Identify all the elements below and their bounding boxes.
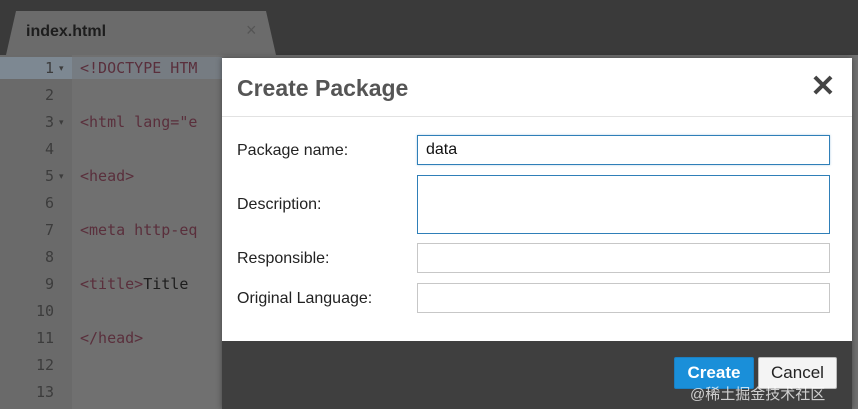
create-package-dialog: Create Package ✕ Package name: Descripti… [222, 58, 852, 409]
original-language-input[interactable] [417, 283, 830, 313]
line-number: 5 [0, 165, 54, 187]
line-number: 13 [0, 381, 54, 403]
description-field[interactable] [417, 175, 830, 234]
tab-title: index.html [26, 23, 107, 40]
line-number: 2 [0, 84, 54, 106]
line-number-text: 4 [44, 140, 54, 158]
code-line: </head> [80, 327, 143, 349]
code-line: <meta http-eq [80, 219, 197, 241]
code-tag: <title> [80, 275, 144, 293]
tab-close-icon[interactable]: × [246, 21, 257, 39]
responsible-label: Responsible: [237, 250, 330, 267]
responsible-input[interactable] [417, 243, 830, 273]
line-number-text: 9 [44, 275, 54, 293]
package-name-label: Package name: [237, 142, 349, 159]
line-number: 3 [0, 111, 54, 133]
line-number-text: 6 [44, 194, 54, 212]
line-number-text: 5 [44, 167, 54, 185]
editor-tab-bar: index.html × [0, 0, 858, 55]
line-number-text: 13 [35, 383, 54, 401]
code-line: <html lang="e [80, 111, 197, 133]
line-number: 8 [0, 246, 54, 268]
line-number-text: 7 [44, 221, 54, 239]
line-number-text: 11 [35, 329, 54, 347]
code-tag: <meta http-eq [80, 221, 198, 239]
fold-arrow-icon[interactable]: ▾ [59, 117, 69, 127]
line-number-text: 1 [44, 59, 54, 77]
line-number-text: 8 [44, 248, 54, 266]
close-icon[interactable]: ✕ [810, 72, 836, 102]
dialog-header: Create Package ✕ [222, 58, 852, 117]
code-text: Title [143, 275, 189, 293]
line-number: 6 [0, 192, 54, 214]
line-number: 4 [0, 138, 54, 160]
line-number: 9 [0, 273, 54, 295]
code-tag: <head> [80, 167, 135, 185]
line-number-text: 10 [35, 302, 54, 320]
dialog-title: Create Package [237, 75, 409, 101]
tab-index-html[interactable]: index.html × [6, 11, 276, 55]
package-name-input[interactable] [417, 135, 830, 165]
description-label: Description: [237, 196, 322, 213]
code-line: <!DOCTYPE HTM [80, 57, 197, 79]
line-number-text: 12 [35, 356, 54, 374]
line-number: 12 [0, 354, 54, 376]
line-number: 10 [0, 300, 54, 322]
line-number: 7 [0, 219, 54, 241]
code-line: <head> [80, 165, 134, 187]
fold-arrow-icon[interactable]: ▾ [59, 171, 69, 181]
code-tag: <!DOCTYPE HTM [80, 59, 198, 77]
line-number: 11 [0, 327, 54, 349]
line-number-text: 2 [44, 86, 54, 104]
line-number-text: 3 [44, 113, 54, 131]
code-tag: </head> [80, 329, 144, 347]
code-tag: <html lang="e [80, 113, 198, 131]
original-language-label: Original Language: [237, 290, 373, 307]
fold-arrow-icon[interactable]: ▾ [59, 63, 69, 73]
code-line: <title>Title [80, 273, 188, 295]
watermark-text: @稀土掘金技术社区 [690, 386, 826, 403]
